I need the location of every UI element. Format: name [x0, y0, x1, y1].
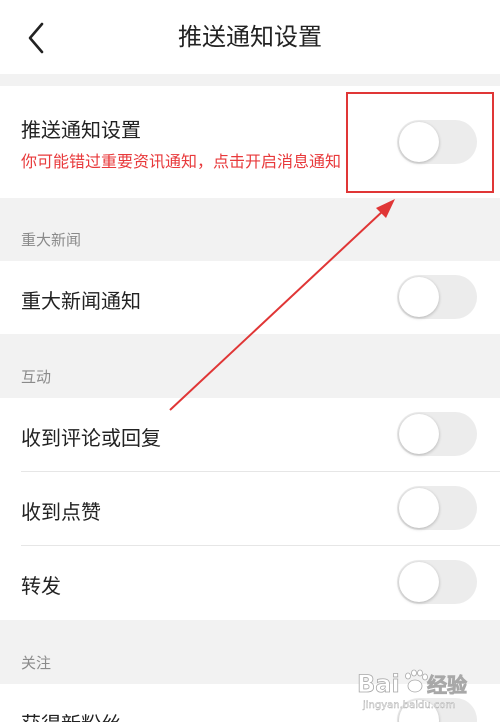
- major-news-toggle[interactable]: [397, 275, 477, 319]
- repost-row: 转发: [0, 546, 500, 620]
- repost-toggle[interactable]: [397, 560, 477, 604]
- major-news-label: 重大新闻通知: [21, 289, 141, 313]
- toggle-knob: [399, 122, 439, 162]
- likes-row: 收到点赞: [0, 472, 500, 546]
- push-setting-hint: 你可能错过重要资讯通知，点击开启消息通知: [21, 152, 342, 171]
- page-title: 推送通知设置: [178, 23, 322, 51]
- push-setting-toggle[interactable]: [397, 120, 477, 164]
- section-title-major-news: 重大新闻: [21, 231, 82, 249]
- back-button[interactable]: [20, 18, 60, 58]
- likes-label: 收到点赞: [21, 500, 101, 524]
- toggle-knob: [399, 700, 439, 722]
- likes-toggle[interactable]: [397, 486, 477, 530]
- push-setting-label: 推送通知设置: [21, 118, 141, 142]
- section-title-follow: 关注: [21, 654, 52, 672]
- new-fans-toggle[interactable]: [397, 698, 477, 722]
- top-bar: 推送通知设置: [0, 0, 500, 74]
- section-title-interaction: 互动: [21, 368, 52, 386]
- new-fans-row: 获得新粉丝: [0, 684, 500, 722]
- repost-label: 转发: [21, 574, 61, 598]
- chevron-left-icon: [28, 22, 44, 54]
- toggle-knob: [399, 277, 439, 317]
- comment-reply-label: 收到评论或回复: [21, 426, 161, 450]
- toggle-knob: [399, 488, 439, 528]
- toggle-knob: [399, 562, 439, 602]
- comment-reply-toggle[interactable]: [397, 412, 477, 456]
- major-news-row: 重大新闻通知: [0, 261, 500, 334]
- comment-reply-row: 收到评论或回复: [0, 398, 500, 472]
- screen: 推送通知设置 推送通知设置 你可能错过重要资讯通知，点击开启消息通知 重大新闻 …: [0, 0, 500, 722]
- toggle-knob: [399, 414, 439, 454]
- push-setting-row: 推送通知设置 你可能错过重要资讯通知，点击开启消息通知: [0, 86, 500, 198]
- new-fans-label: 获得新粉丝: [21, 708, 121, 722]
